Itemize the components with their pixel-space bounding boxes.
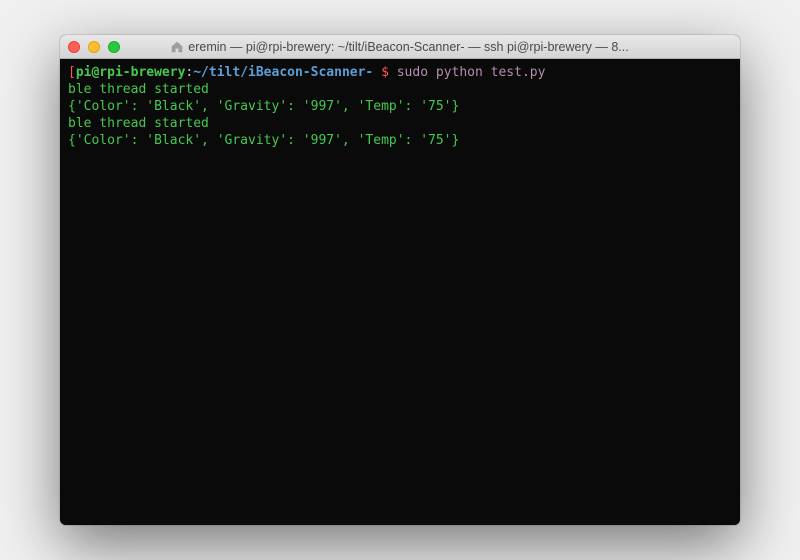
maximize-icon[interactable] <box>108 41 120 53</box>
prompt-line: [pi@rpi-brewery:~/tilt/iBeacon-Scanner- … <box>68 65 732 82</box>
title-area: eremin — pi@rpi-brewery: ~/tilt/iBeacon-… <box>60 40 740 54</box>
output-line: ble thread started <box>68 82 732 99</box>
prompt-open-bracket: [ <box>68 65 76 80</box>
home-icon <box>171 41 183 53</box>
output-line: {'Color': 'Black', 'Gravity': '997', 'Te… <box>68 99 732 116</box>
prompt-userhost: pi@rpi-brewery <box>76 65 186 80</box>
minimize-icon[interactable] <box>88 41 100 53</box>
command-text: sudo python test.py <box>397 65 546 80</box>
traffic-lights <box>68 41 120 53</box>
terminal-body[interactable]: [pi@rpi-brewery:~/tilt/iBeacon-Scanner- … <box>60 59 740 525</box>
output-line: ble thread started <box>68 116 732 133</box>
close-icon[interactable] <box>68 41 80 53</box>
titlebar[interactable]: eremin — pi@rpi-brewery: ~/tilt/iBeacon-… <box>60 35 740 59</box>
terminal-window: eremin — pi@rpi-brewery: ~/tilt/iBeacon-… <box>60 35 740 525</box>
prompt-path: ~/tilt/iBeacon-Scanner- <box>193 65 381 80</box>
prompt-dollar: $ <box>381 65 397 80</box>
window-title: eremin — pi@rpi-brewery: ~/tilt/iBeacon-… <box>188 40 628 54</box>
output-line: {'Color': 'Black', 'Gravity': '997', 'Te… <box>68 133 732 150</box>
